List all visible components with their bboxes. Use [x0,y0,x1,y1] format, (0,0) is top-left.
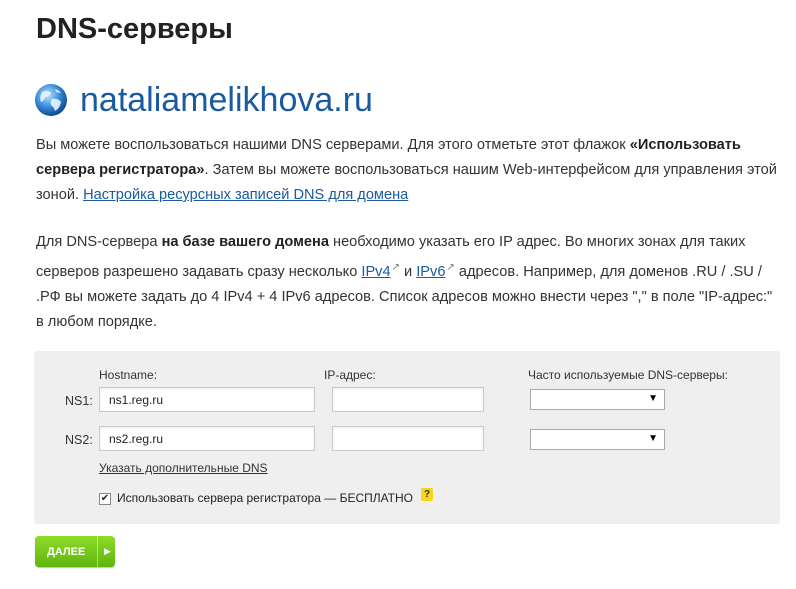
ip-column-label: IP-адрес: [324,368,376,382]
ns2-hostname-input[interactable] [99,426,315,451]
page-title: DNS-серверы [36,13,233,45]
dns-form-panel: Hostname: IP-адрес: Часто используемые D… [34,351,780,524]
common-dns-column-label: Часто используемые DNS-серверы: [528,368,728,382]
arrow-right-icon: ▶ [104,546,111,556]
use-registrar-label: Использовать сервера регистратора — БЕСП… [117,491,414,505]
ipv4-link[interactable]: IPv4 [361,264,390,280]
next-button-label: ДАЛЕЕ [47,545,86,558]
next-button[interactable]: ДАЛЕЕ ▶ [35,536,115,567]
ipv6-link[interactable]: IPv6 [416,264,445,280]
use-registrar-checkbox[interactable]: ✔ [99,493,111,505]
info-paragraph: Для DNS-сервера на базе вашего домена не… [36,230,781,335]
info-bold: на базе вашего домена [161,234,329,250]
dropdown-arrow-icon: ▼ [648,393,658,404]
intro-paragraph: Вы можете воспользоваться нашими DNS сер… [36,133,781,208]
globe-icon [35,84,67,116]
info-text-3: и [399,263,417,280]
domain-header: nataliamelikhova.ru [34,78,373,122]
ns2-ip-input[interactable] [332,426,484,451]
external-link-icon: ↗ [391,262,400,273]
dropdown-arrow-icon: ▼ [648,433,658,444]
intro-text-1: Вы можете воспользоваться нашими DNS сер… [36,137,630,153]
ns1-ip-input[interactable] [332,387,484,412]
ns1-hostname-input[interactable] [99,387,315,412]
ns2-common-dns-select[interactable]: ▼ [530,429,665,450]
ns1-common-dns-select[interactable]: ▼ [530,389,665,410]
button-divider [97,536,98,567]
hostname-column-label: Hostname: [99,368,158,382]
info-text-1: Для DNS-сервера [36,234,162,250]
add-more-dns-link[interactable]: Указать дополнительные DNS [99,461,268,475]
dns-records-link[interactable]: Настройка ресурсных записей DNS для доме… [83,187,408,203]
help-icon[interactable]: ? [421,488,433,501]
domain-name: nataliamelikhova.ru [80,80,373,119]
external-link-icon: ↗ [446,262,455,273]
ns2-label: NS2: [65,433,93,447]
ns1-label: NS1: [65,394,93,408]
